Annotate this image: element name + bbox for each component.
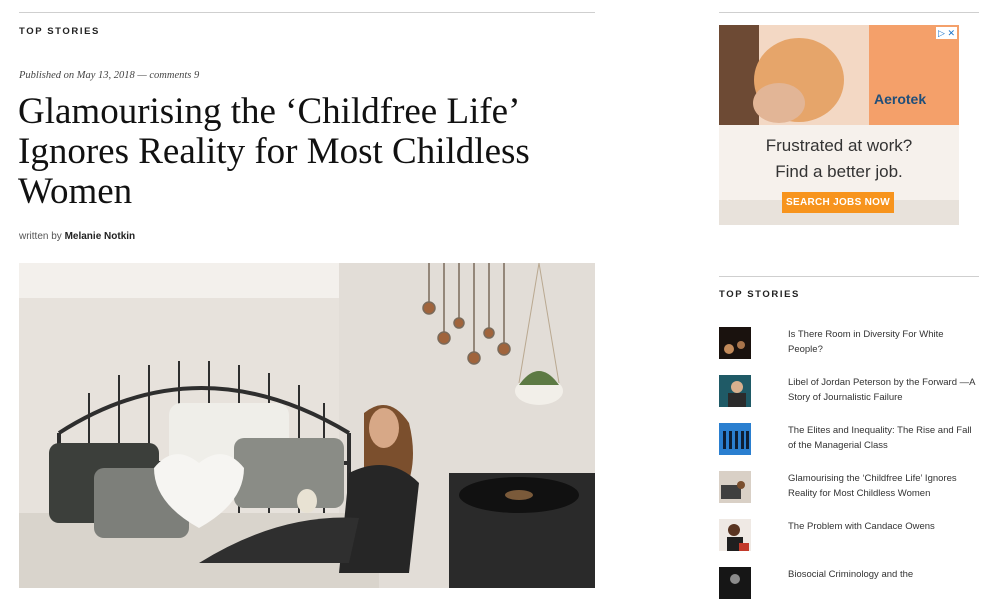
story-title[interactable]: Is There Room in Diversity For White Peo…	[788, 327, 980, 357]
author-link[interactable]: Melanie Notkin	[65, 231, 136, 242]
story-thumbnail[interactable]	[719, 519, 751, 551]
sidebar-story[interactable]: The Problem with Candace Owens	[719, 519, 981, 559]
sidebar-top-rule	[719, 12, 979, 13]
story-thumbnail[interactable]	[719, 375, 751, 407]
story-thumbnail[interactable]	[719, 423, 751, 455]
sidebar-story[interactable]: Glamourising the ‘Childfree Life’ Ignore…	[719, 471, 981, 511]
advertisement[interactable]: ▷ ✕ Aerotek Frustrated at work? Find a b…	[719, 25, 959, 225]
published-prefix: Published on	[19, 70, 75, 81]
story-title[interactable]: The Elites and Inequality: The Rise and …	[788, 423, 980, 453]
ad-cta-button[interactable]: SEARCH JOBS NOW	[782, 192, 894, 213]
story-thumbnail-image	[719, 519, 751, 551]
article-title: Glamourising the ‘Childfree Life’ Ignore…	[18, 91, 530, 212]
byline-prefix: written by	[19, 231, 62, 242]
hero-illustration	[19, 263, 595, 588]
story-title[interactable]: Biosocial Criminology and the	[788, 567, 980, 582]
adchoices-icon[interactable]: ▷	[938, 28, 945, 38]
sidebar-story[interactable]: Libel of Jordan Peterson by the Forward …	[719, 375, 981, 415]
story-thumbnail-image	[719, 567, 751, 599]
hero-image	[19, 263, 595, 588]
meta-separator: —	[137, 70, 147, 81]
sidebar-section-label: TOP STORIES	[719, 289, 800, 300]
story-thumbnail-image	[719, 423, 751, 455]
ad-controls[interactable]: ▷ ✕	[936, 27, 957, 39]
story-title[interactable]: Glamourising the ‘Childfree Life’ Ignore…	[788, 471, 980, 501]
story-title[interactable]: Libel of Jordan Peterson by the Forward …	[788, 375, 980, 405]
story-title[interactable]: The Problem with Candace Owens	[788, 519, 980, 534]
ad-headline-2: Find a better job.	[775, 162, 903, 181]
ad-brand: Aerotek	[874, 91, 927, 107]
ad-headline-1: Frustrated at work?	[765, 136, 913, 155]
sidebar-story[interactable]: Biosocial Criminology and the	[719, 567, 981, 607]
publish-date: May 13, 2018	[76, 70, 135, 81]
story-thumbnail-image	[719, 327, 751, 359]
byline: written by Melanie Notkin	[19, 231, 135, 242]
top-rule	[19, 12, 595, 13]
close-icon[interactable]: ✕	[947, 28, 955, 38]
story-thumbnail-image	[719, 375, 751, 407]
story-thumbnail[interactable]	[719, 327, 751, 359]
sidebar-rule	[719, 276, 979, 277]
sidebar-story[interactable]: The Elites and Inequality: The Rise and …	[719, 423, 981, 463]
story-thumbnail[interactable]	[719, 471, 751, 503]
comments-link[interactable]: comments 9	[149, 70, 199, 81]
section-label: TOP STORIES	[19, 26, 100, 37]
story-thumbnail[interactable]	[719, 567, 751, 599]
sidebar-story[interactable]: Is There Room in Diversity For White Peo…	[719, 327, 981, 367]
article-meta: Published on May 13, 2018 — comments 9	[19, 70, 199, 81]
story-thumbnail-image	[719, 471, 751, 503]
